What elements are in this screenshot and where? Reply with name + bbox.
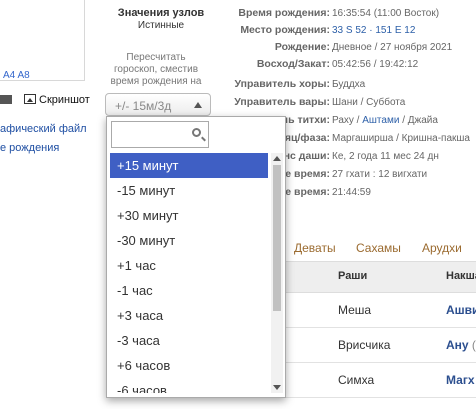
time-shift-dropdown: +15 минут -15 минут +30 минут -30 минут +1 ч… [106,116,286,398]
info-value-link[interactable]: Аштами [362,115,399,126]
dropdown-options: +15 минут -15 минут +30 минут -30 минут +1 ч… [110,153,268,393]
table-header: Раши Накша [284,262,476,293]
scroll-up-icon[interactable] [273,156,281,161]
search-icon [192,128,201,137]
info-value: 05:42:56 / 19:42:12 [332,59,419,70]
graphic-file-link[interactable]: афический файл [0,123,87,135]
nakshatra-pada: (3 [471,338,476,352]
info-label: Управитель вары: [234,96,330,108]
info-value-link[interactable]: 33 S 52 · 151 E 12 [332,25,415,36]
left-panel-frame [0,0,85,81]
info-value: Маргаширша / Кришна-пакша [332,133,470,144]
dropdown-option[interactable]: -1 час [110,278,268,303]
dropdown-search-input[interactable] [111,121,209,148]
info-value: 21:44:59 [332,187,371,198]
image-icon[interactable] [24,94,36,104]
cell-rashi: Симха [338,373,375,387]
scroll-down-icon[interactable] [273,385,281,390]
dropdown-option[interactable]: +6 часов [110,353,268,378]
dropdown-option[interactable]: +3 часа [110,303,268,328]
cell-rashi: Меша [338,303,372,317]
nakshatra-name: Ану [446,338,469,352]
info-value: Шани / Суббота [332,97,406,108]
info-label: Восход/Закат: [256,58,330,70]
cell-rashi: Врисчика [338,338,391,352]
info-label: Место рождения: [240,24,330,36]
column-header-nakshatra: Накша [446,270,476,282]
cell-nakshatra[interactable]: Ану (3 [446,338,476,352]
time-shift-value: +/- 15м/3д [115,99,172,113]
dropdown-option[interactable]: -6 часов [110,378,268,393]
paper-size-links[interactable]: A4 A8 [3,70,30,81]
dropdown-option[interactable]: -3 часа [110,328,268,353]
table-row: Меша Ашви [284,293,476,328]
dropdown-option[interactable]: +15 минут [110,153,268,178]
cell-nakshatra[interactable]: Ашви [446,303,476,317]
info-value: Раху / Аштами / Джайа [332,115,438,126]
info-value: Ке, 2 года 11 мес 24 дн [332,151,439,162]
nakshatra-name: Ашви [446,303,476,317]
info-label: Управитель хоры: [234,78,330,90]
export-row: Скриншот [0,94,90,106]
dropdown-option[interactable]: +30 минут [110,203,268,228]
column-header-rashi: Раши [338,270,368,282]
table-row: Врисчика Ану (3 [284,328,476,363]
info-value: 27 гхати : 12 вигхати [332,169,428,180]
cell-nakshatra[interactable]: Магх [446,373,475,387]
nakshatra-name: Магх [446,373,475,387]
info-value: Дневное / 27 ноября 2021 [332,42,453,53]
tab-arudhi[interactable]: Арудхи [422,241,462,255]
dropdown-option[interactable]: -15 минут [110,178,268,203]
tab-devaty[interactable]: Деваты [294,241,336,255]
tab-sahamy[interactable]: Сахамы [356,241,401,255]
info-value: 33 S 52 · 151 E 12 [332,25,415,36]
dropdown-option[interactable]: -30 минут [110,228,268,253]
info-label: Рождение: [274,41,330,53]
print-icon[interactable] [0,95,12,104]
tabs-bar: Деваты Сахамы Арудхи [284,236,476,262]
scrollbar-thumb[interactable] [273,165,281,311]
info-value-text: Раху / [332,115,363,126]
birth-data-link[interactable]: е рождения [0,142,59,154]
info-value-text: / Джайа [399,115,438,126]
screenshot-link[interactable]: Скриншот [39,94,90,106]
info-label: Время рождения: [238,7,330,19]
table-row: Симха Магх [284,363,476,398]
dropdown-option[interactable]: +1 час [110,253,268,278]
dropdown-scrollbar[interactable] [271,153,283,393]
info-value: 16:35:54 (11:00 Восток) [332,8,440,19]
info-value: Буддха [332,79,366,90]
